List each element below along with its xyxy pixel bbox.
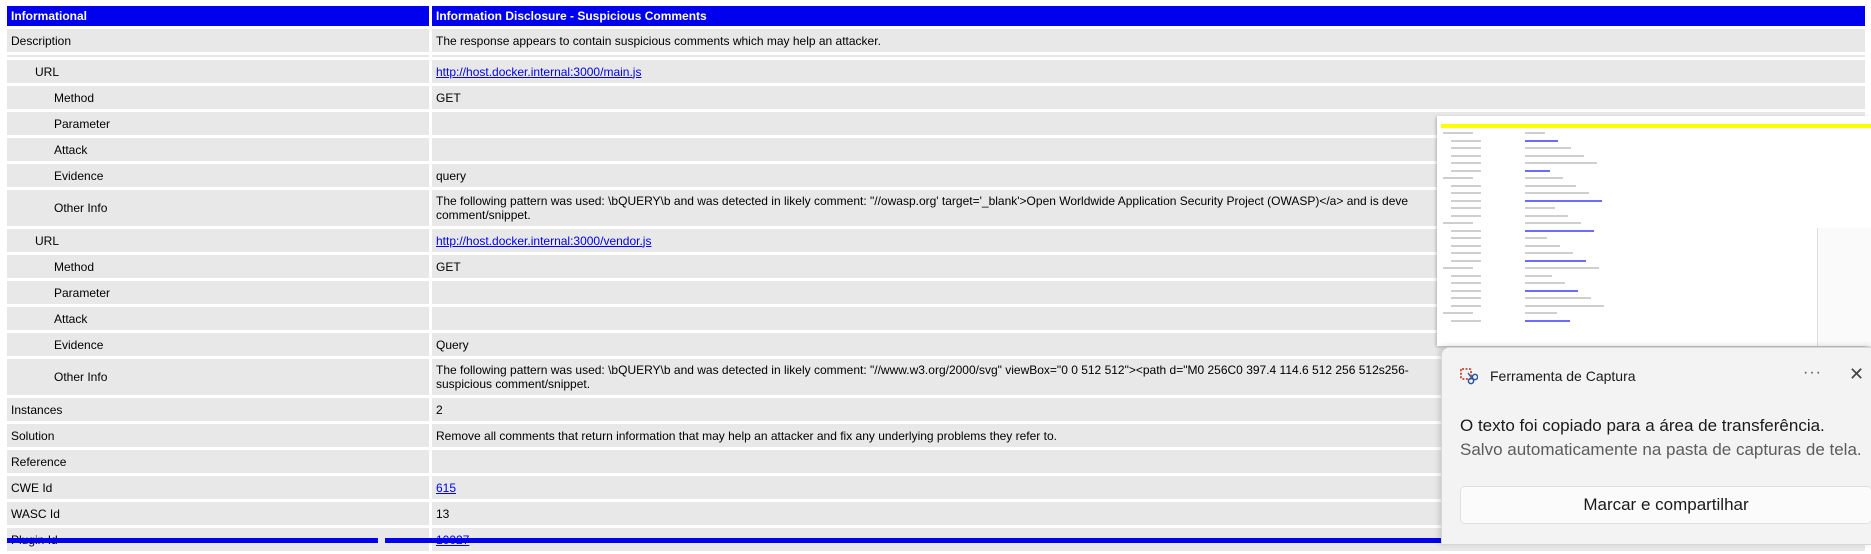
- thumbnail-row: [1443, 267, 1473, 269]
- thumbnail-row-value: [1525, 214, 1568, 217]
- thumbnail-row-value: [1525, 312, 1557, 314]
- thumbnail-row-value: [1525, 154, 1584, 157]
- thumbnail-row-value: [1525, 304, 1604, 307]
- url-label: URL: [7, 60, 429, 83]
- evidence-label: Evidence: [7, 333, 429, 356]
- thumbnail-row: [1451, 297, 1481, 299]
- method-label: Method: [7, 255, 429, 278]
- thumbnail-row: [1451, 214, 1481, 217]
- thumbnail-row-value: [1525, 252, 1573, 254]
- thumbnail-row: [1451, 154, 1481, 157]
- parameter-label: Parameter: [7, 112, 429, 135]
- thumbnail-row-value: [1525, 259, 1586, 262]
- thumbnail-row: [1451, 259, 1481, 262]
- notification-app-name: Ferramenta de Captura: [1490, 368, 1636, 384]
- thumbnail-row: [1451, 319, 1481, 322]
- thumbnail-row-value: [1525, 199, 1602, 202]
- thumbnail-row: [1443, 222, 1473, 224]
- reference-label: Reference: [7, 450, 429, 473]
- thumbnail-row: [1443, 312, 1473, 314]
- thumbnail-row: [1451, 184, 1481, 187]
- alert-header-row: Informational Information Disclosure - S…: [7, 6, 1865, 26]
- thumbnail-row-value: [1525, 207, 1555, 209]
- instances-label: Instances: [7, 398, 429, 421]
- thumbnail-row-value: [1525, 147, 1571, 149]
- attack-label: Attack: [7, 307, 429, 330]
- thumbnail-row: [1443, 132, 1473, 134]
- spacer-row: [7, 55, 1865, 57]
- thumbnail-row: [1451, 252, 1481, 254]
- other-info-label: Other Info: [7, 190, 429, 226]
- parameter-label: Parameter: [7, 281, 429, 304]
- thumbnail-nested-preview: [1817, 228, 1871, 346]
- thumbnail-row: [1451, 199, 1481, 202]
- thumbnail-row-value: [1525, 282, 1565, 284]
- thumbnail-row: [1451, 304, 1481, 307]
- method-value: GET: [432, 86, 1865, 109]
- thumbnail-row: [1451, 244, 1481, 247]
- thumbnail-row-value: [1525, 229, 1594, 232]
- thumbnail-row: [1451, 274, 1481, 277]
- thumbnail-row-value: [1525, 267, 1599, 269]
- risk-level: Informational: [7, 6, 429, 26]
- cwe-link[interactable]: 615: [436, 481, 456, 495]
- thumbnail-row-value: [1525, 289, 1578, 292]
- other-info-label: Other Info: [7, 359, 429, 395]
- thumbnail-row: [1451, 192, 1481, 194]
- notification-title: O texto foi copiado para a área de trans…: [1460, 416, 1825, 435]
- thumbnail-row: [1451, 237, 1481, 239]
- solution-label: Solution: [7, 424, 429, 447]
- capture-thumbnail[interactable]: [1437, 116, 1871, 346]
- thumbnail-row: [1451, 289, 1481, 292]
- thumbnail-row-value: [1525, 132, 1545, 134]
- snipping-tool-notification[interactable]: Ferramenta de Captura ··· ✕ O texto foi …: [1441, 347, 1871, 545]
- thumbnail-row-value: [1525, 162, 1597, 164]
- thumbnail-row-value: [1525, 297, 1591, 299]
- thumbnail-row-value: [1525, 274, 1552, 277]
- thumbnail-row-value: [1525, 237, 1547, 239]
- thumbnail-row-value: [1525, 139, 1558, 142]
- thumbnail-row: [1451, 207, 1481, 209]
- instance-method-row: Method GET: [7, 86, 1865, 109]
- thumbnail-row-value: [1525, 177, 1563, 179]
- mark-and-share-button[interactable]: Marcar e compartilhar: [1460, 486, 1871, 524]
- scissors-icon: [1460, 368, 1479, 386]
- evidence-label: Evidence: [7, 164, 429, 187]
- alert-name: Information Disclosure - Suspicious Comm…: [432, 6, 1865, 26]
- thumbnail-row-value: [1525, 169, 1550, 172]
- next-alert-header-cell: [7, 538, 378, 543]
- description-row: Description The response appears to cont…: [7, 29, 1865, 52]
- method-label: Method: [7, 86, 429, 109]
- thumbnail-row: [1451, 162, 1481, 164]
- close-icon[interactable]: ✕: [1849, 364, 1864, 385]
- thumbnail-row-value: [1525, 222, 1581, 224]
- notification-body: Salvo automaticamente na pasta de captur…: [1460, 440, 1862, 459]
- thumbnail-header-bar: [1441, 124, 1871, 128]
- thumbnail-row-value: [1525, 192, 1589, 194]
- url-label: URL: [7, 229, 429, 252]
- description-label: Description: [7, 29, 429, 52]
- description-value: The response appears to contain suspicio…: [432, 29, 1865, 52]
- thumbnail-row-value: [1525, 319, 1570, 322]
- thumbnail-row-value: [1525, 184, 1576, 187]
- thumbnail-row: [1451, 147, 1481, 149]
- thumbnail-row: [1451, 139, 1481, 142]
- ellipsis-icon[interactable]: ···: [1803, 364, 1822, 382]
- instance-url-link[interactable]: http://host.docker.internal:3000/vendor.…: [436, 234, 651, 248]
- wasc-label: WASC Id: [7, 502, 429, 525]
- attack-label: Attack: [7, 138, 429, 161]
- cwe-label: CWE Id: [7, 476, 429, 499]
- instance-url-link[interactable]: http://host.docker.internal:3000/main.js: [436, 65, 641, 79]
- thumbnail-row-value: [1525, 244, 1560, 247]
- thumbnail-row: [1443, 177, 1473, 179]
- thumbnail-row: [1451, 229, 1481, 232]
- thumbnail-row: [1451, 169, 1481, 172]
- thumbnail-row: [1451, 282, 1481, 284]
- instance-url-row: URL http://host.docker.internal:3000/mai…: [7, 60, 1865, 83]
